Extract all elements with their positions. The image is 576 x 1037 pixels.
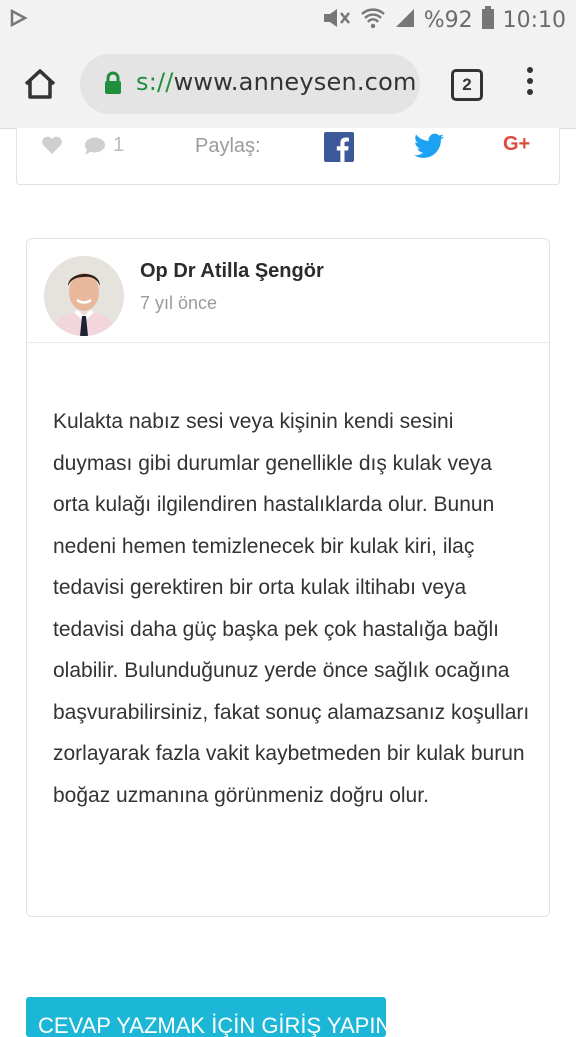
twitter-icon <box>414 133 444 158</box>
comment-bubble-icon[interactable] <box>83 136 107 161</box>
like-heart-icon[interactable] <box>41 135 63 160</box>
twitter-share-button[interactable] <box>414 133 444 164</box>
wifi-icon <box>360 7 386 34</box>
lock-icon <box>104 71 122 100</box>
url-text: s://www.anneysen.com <box>136 68 417 96</box>
tab-switcher-button[interactable]: 2 <box>451 69 483 101</box>
login-to-answer-button[interactable]: CEVAP YAZMAK İÇİN GİRİŞ YAPIN <box>26 997 386 1037</box>
play-store-notification-icon <box>10 8 28 32</box>
browser-toolbar: s://www.anneysen.com 2 <box>0 40 576 129</box>
comment-count: 1 <box>113 134 125 156</box>
answer-card: Op Dr Atilla Şengör 7 yıl önce Kulakta n… <box>26 238 550 917</box>
signal-icon <box>394 7 416 34</box>
url-scheme: s:// <box>136 68 174 96</box>
battery-percent: %92 <box>423 7 473 33</box>
status-bar: %92 10:10 <box>0 0 576 40</box>
answer-text: Kulakta nabız sesi veya kişinin kendi se… <box>53 410 530 807</box>
google-plus-share-button[interactable]: G+ <box>503 133 530 156</box>
battery-icon <box>481 5 495 35</box>
answer-timestamp: 7 yıl önce <box>140 293 218 313</box>
home-icon <box>24 69 56 99</box>
clock: 10:10 <box>502 7 566 33</box>
answer-header: Op Dr Atilla Şengör 7 yıl önce <box>27 239 549 343</box>
home-button[interactable] <box>20 64 60 104</box>
author-name[interactable]: Op Dr Atilla Şengör <box>140 260 324 283</box>
address-bar[interactable]: s://www.anneysen.com <box>80 54 420 114</box>
mute-icon <box>322 7 352 34</box>
facebook-icon <box>324 132 354 162</box>
overflow-menu-button[interactable] <box>520 67 540 101</box>
share-label: Paylaş: <box>195 135 261 157</box>
url-host: www.anneysen.com <box>173 68 417 96</box>
facebook-share-button[interactable] <box>324 132 354 167</box>
author-avatar[interactable] <box>44 256 124 336</box>
question-share-bar: 1 Paylaş: G+ <box>16 128 560 185</box>
